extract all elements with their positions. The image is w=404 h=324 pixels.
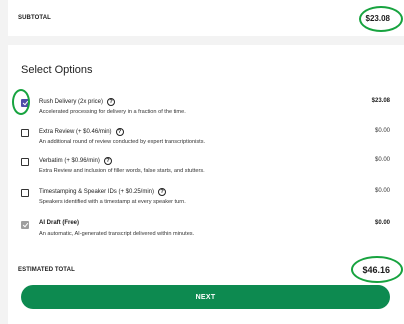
ai-draft-checkbox (21, 221, 29, 229)
options-card: Select Options Rush Delivery (2x price) … (8, 45, 404, 324)
checkmark-icon (22, 99, 29, 106)
rush-delivery-checkbox[interactable] (21, 99, 29, 107)
option-title: AI Draft (Free) (39, 220, 79, 226)
option-title-text: Verbatim (+ $0.96/min) (39, 158, 100, 164)
option-title: Verbatim (+ $0.96/min) ? (39, 157, 112, 165)
option-title: Timestamping & Speaker IDs (+ $0.25/min)… (39, 188, 166, 196)
help-icon[interactable]: ? (115, 128, 124, 136)
estimated-total-row: ESTIMATED TOTAL $46.16 (18, 263, 396, 277)
option-extra-review[interactable]: Extra Review (+ $0.46/min) ? An addition… (21, 128, 396, 154)
help-icon[interactable]: ? (107, 98, 116, 106)
option-title-text: Timestamping & Speaker IDs (+ $0.25/min) (39, 189, 154, 195)
option-title: Extra Review (+ $0.46/min) ? (39, 128, 124, 136)
option-description: Extra Review and inclusion of filler wor… (39, 168, 205, 174)
option-price: $0.00 (374, 188, 390, 194)
option-rush-delivery[interactable]: Rush Delivery (2x price) ? Accelerated p… (21, 98, 396, 124)
option-description: An automatic, AI-generated transcript de… (39, 231, 195, 237)
estimated-total-label: ESTIMATED TOTAL (18, 267, 75, 273)
option-title-text: Rush Delivery (2x price) (39, 99, 104, 105)
option-description: An additional round of review conducted … (39, 139, 206, 145)
option-timestamping[interactable]: Timestamping & Speaker IDs (+ $0.25/min)… (21, 188, 396, 214)
option-verbatim[interactable]: Verbatim (+ $0.96/min) ? Extra Review an… (21, 157, 396, 183)
option-title-text: Extra Review (+ $0.46/min) (39, 129, 112, 135)
option-price: $23.08 (371, 98, 390, 104)
option-price: $0.00 (374, 128, 390, 134)
subtotal-row: SUBTOTAL $23.08 (18, 11, 396, 25)
verbatim-checkbox[interactable] (21, 158, 29, 166)
extra-review-checkbox[interactable] (21, 129, 29, 137)
section-title: Select Options (21, 64, 93, 76)
option-price: $0.00 (374, 220, 390, 226)
option-ai-draft: AI Draft (Free) An automatic, AI-generat… (21, 220, 396, 246)
option-title: Rush Delivery (2x price) ? (39, 98, 116, 106)
option-description: Accelerated processing for delivery in a… (39, 109, 186, 115)
subtotal-card: SUBTOTAL $23.08 (8, 0, 404, 36)
subtotal-label: SUBTOTAL (18, 15, 51, 21)
timestamping-checkbox[interactable] (21, 189, 29, 197)
subtotal-value: $23.08 (365, 13, 390, 23)
next-button[interactable]: NEXT (21, 285, 390, 309)
estimated-total-value: $46.16 (362, 265, 390, 275)
option-price: $0.00 (374, 157, 390, 163)
checkmark-icon (22, 221, 29, 228)
help-icon[interactable]: ? (158, 188, 166, 196)
option-description: Speakers identified with a timestamp at … (39, 199, 186, 205)
option-title-text: AI Draft (Free) (39, 220, 80, 226)
help-icon[interactable]: ? (103, 157, 112, 165)
